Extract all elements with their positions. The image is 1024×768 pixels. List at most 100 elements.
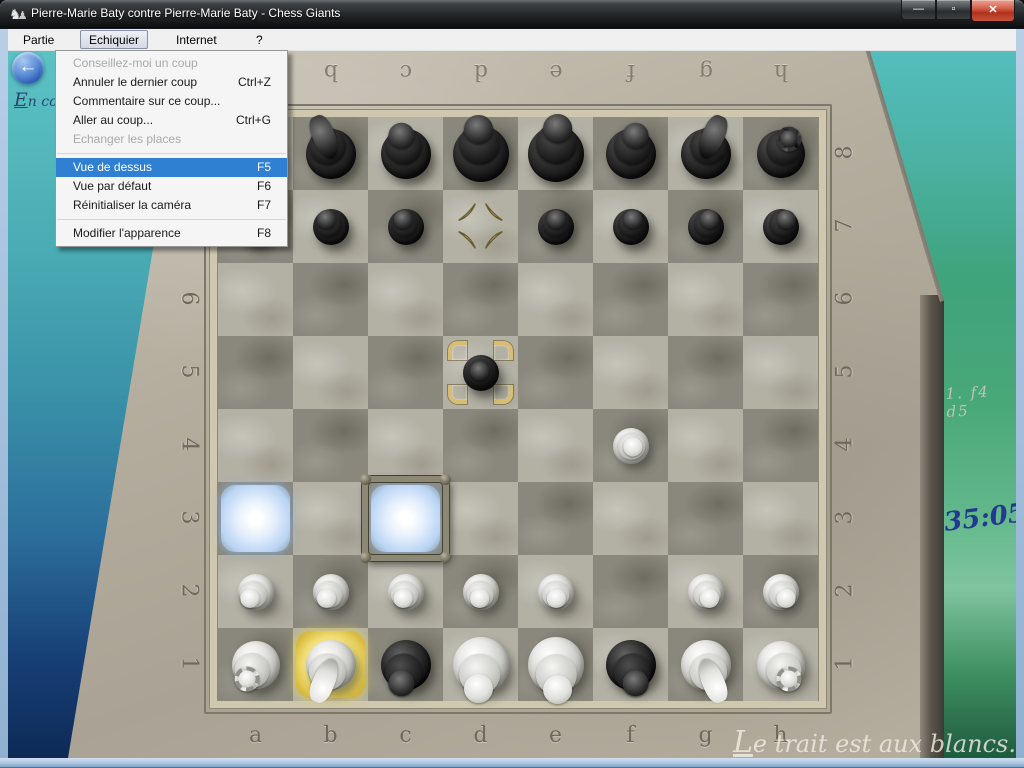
rank-label-right-3: 3 <box>833 502 858 532</box>
rank-label-right-7: 7 <box>833 210 858 240</box>
board-pieces <box>218 117 818 701</box>
rank-label-left-1: 1 <box>177 648 202 678</box>
piece-black-pawn-b7[interactable] <box>313 209 349 245</box>
piece-white-rook-h1[interactable] <box>757 641 805 689</box>
rank-label-left-2: 2 <box>177 575 202 605</box>
piece-black-queen-d8[interactable] <box>453 126 509 182</box>
menu-item-commentaire-sur-ce-coup[interactable]: Commentaire sur ce coup... <box>56 92 287 111</box>
rank-label-right-8: 8 <box>833 137 858 167</box>
menubar-item-partie[interactable]: Partie <box>14 30 63 49</box>
rank-label-left-3: 3 <box>177 502 202 532</box>
piece-white-pawn-g2[interactable] <box>688 574 724 610</box>
file-label-bottom-e: e <box>541 723 571 748</box>
menu-item-label: Modifier l'apparence <box>73 226 181 240</box>
menu-item-label: Aller au coup... <box>73 113 153 127</box>
rank-label-right-1: 1 <box>833 648 858 678</box>
piece-white-knight-g1[interactable] <box>681 640 731 690</box>
move-list-text: 1. f4 d5 <box>945 381 1016 421</box>
piece-white-pawn-h2[interactable] <box>763 574 799 610</box>
menu-item-shortcut: Ctrl+G <box>236 111 271 130</box>
menu-item-conseillez-moi-un-coup[interactable]: Conseillez-moi un coup <box>56 54 287 73</box>
menu-item-vue-par-defaut[interactable]: Vue par défaut F6 <box>56 177 287 196</box>
menu-item-label: Commentaire sur ce coup... <box>73 94 220 108</box>
menu-item-vue-de-dessus[interactable]: Vue de dessus F5 <box>56 158 287 177</box>
game-clock: 35:05 <box>942 498 1016 538</box>
piece-white-knight-b1[interactable] <box>306 640 356 690</box>
rank-label-left-5: 5 <box>177 356 202 386</box>
file-label-bottom-d: d <box>466 723 496 748</box>
file-label-top-d: d <box>466 59 496 84</box>
file-label-bottom-a: a <box>241 723 271 748</box>
turn-status-text: Le trait est aux blancs. <box>698 725 1016 758</box>
menu-item-label: Réinitialiser la caméra <box>73 198 191 212</box>
piece-white-bishop-c1[interactable] <box>381 640 431 690</box>
piece-white-pawn-d2[interactable] <box>463 574 499 610</box>
piece-white-pawn-b2[interactable] <box>313 574 349 610</box>
piece-black-knight-g8[interactable] <box>681 129 731 179</box>
menubar-item-echiquier[interactable]: Echiquier <box>80 30 148 49</box>
piece-black-pawn-h7[interactable] <box>763 209 799 245</box>
table-edge-right <box>920 295 944 758</box>
menu-item-label: Echanger les places <box>73 132 181 146</box>
piece-white-pawn-f4[interactable] <box>613 428 649 464</box>
file-label-top-h: h <box>766 59 796 84</box>
file-label-bottom-c: c <box>391 723 421 748</box>
piece-white-queen-d1[interactable] <box>453 637 509 693</box>
file-label-bottom-f: f <box>616 723 646 748</box>
rank-label-right-4: 4 <box>833 429 858 459</box>
piece-white-rook-a1[interactable] <box>232 641 280 689</box>
title-bar[interactable]: ♞♟ Pierre-Marie Baty contre Pierre-Marie… <box>0 0 1024 29</box>
menu-item-label: Vue de dessus <box>73 160 152 174</box>
piece-black-pawn-c7[interactable] <box>388 209 424 245</box>
piece-white-bishop-f1[interactable] <box>606 640 656 690</box>
piece-black-knight-b8[interactable] <box>306 129 356 179</box>
menubar-item-internet[interactable]: Internet <box>167 30 226 49</box>
menu-item-shortcut: F6 <box>257 177 271 196</box>
back-arrow-button[interactable]: ← <box>12 52 44 84</box>
menu-bar: Partie Echiquier Internet? <box>8 29 1016 51</box>
menu-item-annuler-le-dernier-coup[interactable]: Annuler le dernier coup Ctrl+Z <box>56 73 287 92</box>
piece-white-pawn-c2[interactable] <box>388 574 424 610</box>
menu-item-aller-au-coup[interactable]: Aller au coup... Ctrl+G <box>56 111 287 130</box>
piece-white-pawn-a2[interactable] <box>238 574 274 610</box>
piece-black-pawn-d5[interactable] <box>463 355 499 391</box>
menu-item-reinitialiser-la-camera[interactable]: Réinitialiser la caméraF7 <box>56 196 287 215</box>
piece-black-king-e8[interactable] <box>528 126 584 182</box>
file-label-top-g: g <box>691 59 721 84</box>
menu-item-label: Vue par défaut <box>73 179 151 193</box>
piece-black-bishop-f8[interactable] <box>606 129 656 179</box>
close-button[interactable]: ✕ <box>971 0 1015 22</box>
piece-white-pawn-e2[interactable] <box>538 574 574 610</box>
window-title: Pierre-Marie Baty contre Pierre-Marie Ba… <box>31 6 340 20</box>
menu-item-echanger-les-places[interactable]: Echanger les places <box>56 130 287 149</box>
file-label-top-c: c <box>391 59 421 84</box>
window-bottom-border <box>0 758 1024 768</box>
app-icon: ♞♟ <box>9 5 27 23</box>
file-label-bottom-b: b <box>316 723 346 748</box>
piece-black-pawn-e7[interactable] <box>538 209 574 245</box>
menu-item-label: Conseillez-moi un coup <box>73 56 198 70</box>
file-label-top-f: f <box>616 59 646 84</box>
menu-separator <box>57 153 286 154</box>
piece-white-king-e1[interactable] <box>528 637 584 693</box>
menu-separator <box>57 219 286 220</box>
app-window: ♞♟ Pierre-Marie Baty contre Pierre-Marie… <box>0 0 1024 768</box>
piece-black-bishop-c8[interactable] <box>381 129 431 179</box>
rank-label-right-5: 5 <box>833 356 858 386</box>
menubar-item-[interactable]: ? <box>247 30 272 49</box>
menu-item-shortcut: Ctrl+Z <box>238 73 271 92</box>
menu-item-shortcut: F5 <box>257 158 271 177</box>
menu-item-shortcut: F8 <box>257 224 271 243</box>
rank-label-right-2: 2 <box>833 575 858 605</box>
piece-black-rook-h8[interactable] <box>757 130 805 178</box>
maximize-button[interactable]: ▫ <box>936 0 971 20</box>
piece-black-pawn-f7[interactable] <box>613 209 649 245</box>
file-label-top-b: b <box>316 59 346 84</box>
rank-label-left-4: 4 <box>177 429 202 459</box>
file-label-top-e: e <box>541 59 571 84</box>
minimize-button[interactable]: — <box>901 0 936 20</box>
piece-black-pawn-g7[interactable] <box>688 209 724 245</box>
echiquier-dropdown-menu: Conseillez-moi un coup Annuler le dernier… <box>55 50 288 247</box>
menu-item-label: Annuler le dernier coup <box>73 75 197 89</box>
menu-item-modifier-l-apparence[interactable]: Modifier l'apparence F8 <box>56 224 287 243</box>
